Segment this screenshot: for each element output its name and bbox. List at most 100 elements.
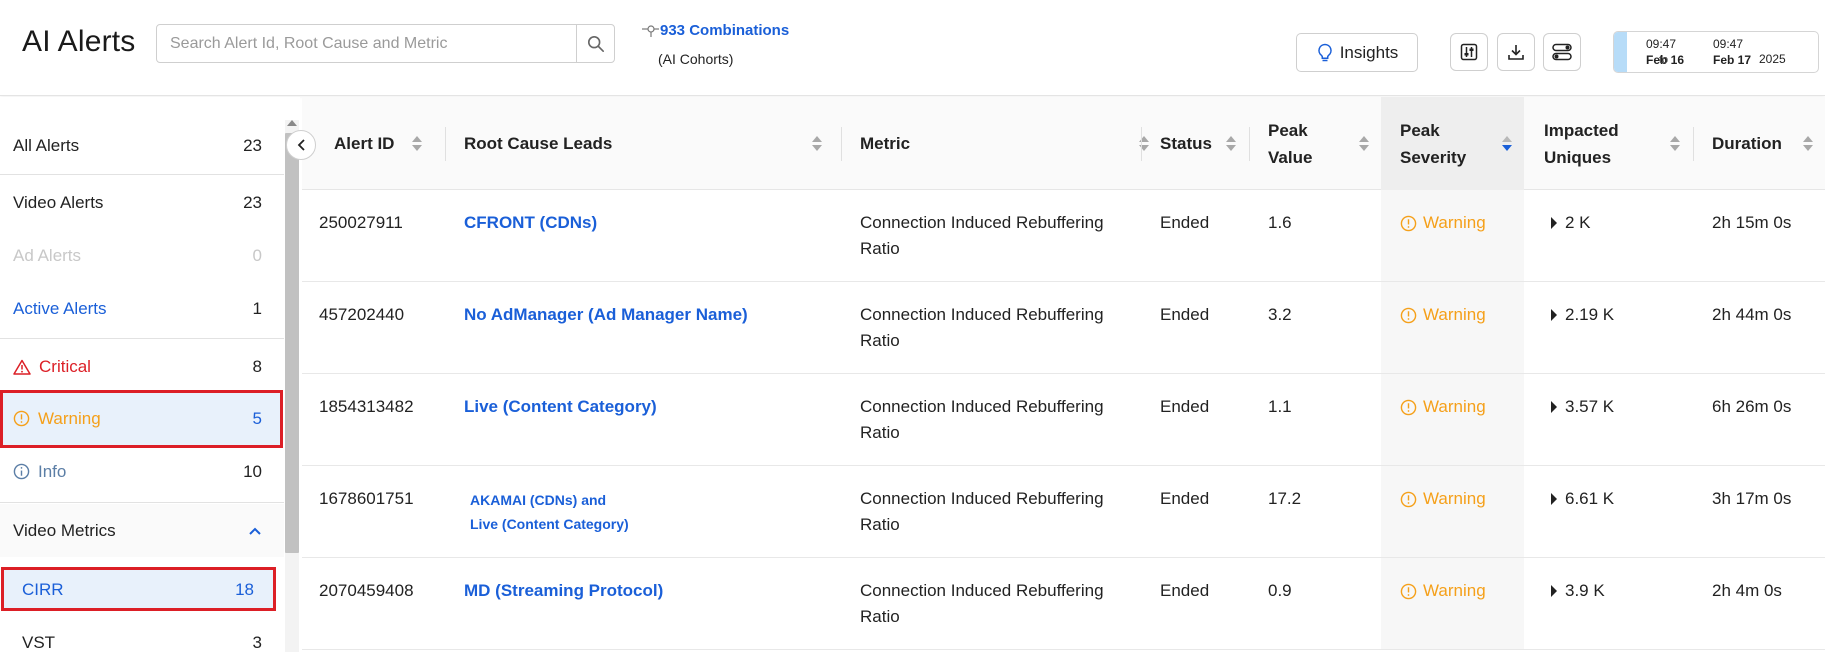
toggle-icon: [1552, 43, 1572, 61]
sidebar-item-vst[interactable]: VST 3: [0, 616, 284, 652]
sidebar-item-count: 23: [243, 192, 262, 212]
sidebar-list: All Alerts 23 Video Alerts 23 Ad Alerts …: [0, 97, 284, 652]
date-to: 09:47 Feb 17: [1713, 36, 1751, 68]
sidebar-item-label-wrap: Info: [13, 462, 243, 482]
combinations-link[interactable]: 933 Combinations: [642, 22, 789, 39]
status: Ended: [1160, 581, 1210, 600]
sort-descending-icon[interactable]: [1502, 136, 1512, 151]
sort-icon[interactable]: [412, 136, 422, 151]
warning-circle-icon: [1400, 491, 1417, 507]
sidebar-item-label: CIRR: [22, 579, 64, 599]
impacted-uniques[interactable]: 2.19 K: [1551, 302, 1614, 328]
warning-circle-icon: [13, 410, 30, 427]
sidebar-item-count: 1: [252, 298, 262, 318]
sidebar-item-label: All Alerts: [13, 135, 80, 155]
column-header-label: Alert ID: [334, 134, 395, 153]
metric: Connection Induced Rebuffering Ratio: [860, 397, 1104, 442]
column-header-label: Impacted Uniques: [1544, 120, 1619, 167]
column-header-impacted-uniques[interactable]: Impacted Uniques: [1544, 97, 1692, 190]
root-cause-link[interactable]: Live (Content Category): [464, 394, 657, 420]
column-separator: [1249, 127, 1250, 161]
root-cause-link[interactable]: AKAMAI (CDNs) and Live (Content Category): [470, 488, 629, 536]
sidebar-item-critical[interactable]: Critical 8: [0, 340, 284, 393]
severity-badge: Warning: [1400, 302, 1486, 328]
sort-icon[interactable]: [1670, 136, 1680, 151]
sidebar-item-label: Critical: [39, 356, 91, 376]
column-separator: [445, 127, 446, 161]
column-header-duration[interactable]: Duration: [1712, 97, 1825, 190]
download-icon: [1508, 45, 1524, 60]
peak-value: 3.2: [1268, 305, 1292, 324]
sidebar-item-active-alerts[interactable]: Active Alerts 1: [0, 282, 284, 335]
metric: Connection Induced Rebuffering Ratio: [860, 213, 1104, 258]
sidebar-item-cirr[interactable]: CIRR 18: [0, 563, 284, 616]
sidebar-section-video-metrics[interactable]: Video Metrics: [0, 504, 284, 557]
alert-triangle-icon: [13, 359, 31, 375]
table-row[interactable]: 2070459408 MD (Streaming Protocol) Conne…: [302, 558, 1825, 650]
sidebar-scrollbar-thumb[interactable]: [285, 133, 299, 553]
status: Ended: [1160, 213, 1210, 232]
sidebar-item-label: Video Alerts: [13, 192, 104, 212]
alert-id: 2070459408: [319, 581, 414, 600]
table-header: Alert ID Root Cause Leads Metric Status …: [302, 97, 1825, 190]
insights-button[interactable]: Insights: [1296, 33, 1418, 72]
impacted-uniques[interactable]: 3.57 K: [1551, 394, 1614, 420]
column-header-peak-value[interactable]: Peak Value: [1268, 97, 1381, 190]
table-row[interactable]: 457202440 No AdManager (Ad Manager Name)…: [302, 282, 1825, 374]
search-box: [156, 24, 615, 63]
column-header-root-cause[interactable]: Root Cause Leads: [464, 97, 834, 190]
collapse-sidebar-button[interactable]: [286, 130, 316, 160]
sidebar-item-count: 18: [235, 579, 254, 599]
warning-circle-icon: [1400, 399, 1417, 415]
scroll-up-arrow-icon[interactable]: [287, 120, 297, 126]
peak-value: 17.2: [1268, 489, 1302, 508]
table-row[interactable]: 1678601751 AKAMAI (CDNs) and Live (Conten…: [302, 466, 1825, 558]
impacted-uniques[interactable]: 6.61 K: [1551, 486, 1614, 512]
sidebar-item-label: Video Metrics: [13, 520, 116, 540]
sort-icon[interactable]: [1359, 136, 1369, 151]
column-header-label: Peak Severity: [1400, 120, 1467, 167]
column-separator: [1141, 127, 1142, 161]
column-header-label: Root Cause Leads: [464, 134, 613, 153]
impacted-value: 2.19 K: [1565, 305, 1615, 324]
date-year: 2025: [1759, 52, 1786, 66]
column-header-label: Metric: [860, 134, 911, 153]
status: Ended: [1160, 305, 1210, 324]
impacted-uniques[interactable]: 2 K: [1551, 210, 1591, 236]
date-to-time: 09:47: [1713, 37, 1744, 51]
expand-arrow-icon: [1551, 493, 1557, 505]
sort-icon[interactable]: [812, 136, 822, 151]
root-cause-link[interactable]: No AdManager (Ad Manager Name): [464, 302, 748, 328]
date-range-picker[interactable]: 09:47 Feb 16 to 09:47 Feb 17 2025: [1613, 31, 1819, 73]
column-separator: [1693, 127, 1694, 161]
sidebar-item-label: Ad Alerts: [13, 245, 82, 265]
table-row[interactable]: 250027911 CFRONT (CDNs) Connection Induc…: [302, 190, 1825, 282]
column-header-alert-id[interactable]: Alert ID: [334, 97, 434, 190]
sort-icon[interactable]: [1226, 136, 1236, 151]
sidebar-item-count: 10: [243, 461, 262, 481]
sidebar-item-label: Info: [38, 461, 67, 481]
root-cause-link[interactable]: MD (Streaming Protocol): [464, 578, 663, 604]
column-header-peak-severity[interactable]: Peak Severity: [1381, 97, 1524, 190]
column-header-metric[interactable]: Metric: [860, 97, 1161, 190]
root-cause-link[interactable]: CFRONT (CDNs): [464, 210, 597, 236]
search-input[interactable]: [157, 25, 576, 62]
toggle-view-button[interactable]: [1543, 33, 1581, 71]
top-header: AI Alerts 933 Combinations (AI Cohorts) …: [0, 0, 1825, 96]
search-button[interactable]: [576, 25, 614, 62]
sidebar-item-ad-alerts: Ad Alerts 0: [0, 229, 284, 282]
impacted-uniques[interactable]: 3.9 K: [1551, 578, 1605, 604]
sidebar-item-warning[interactable]: Warning 5: [0, 392, 284, 445]
column-settings-button[interactable]: [1450, 33, 1488, 71]
column-header-status[interactable]: Status: [1160, 97, 1248, 190]
sidebar-item-count: 23: [243, 135, 262, 155]
sidebar-item-info[interactable]: Info 10: [0, 445, 284, 498]
sort-icon[interactable]: [1803, 136, 1813, 151]
expand-arrow-icon: [1551, 309, 1557, 321]
sidebar-item-video-alerts[interactable]: Video Alerts 23: [0, 176, 284, 229]
date-range-accent: [1614, 32, 1627, 72]
download-button[interactable]: [1497, 33, 1535, 71]
sidebar-item-all-alerts[interactable]: All Alerts 23: [0, 119, 284, 172]
severity-badge: Warning: [1400, 210, 1486, 236]
table-row[interactable]: 1854313482 Live (Content Category) Conne…: [302, 374, 1825, 466]
